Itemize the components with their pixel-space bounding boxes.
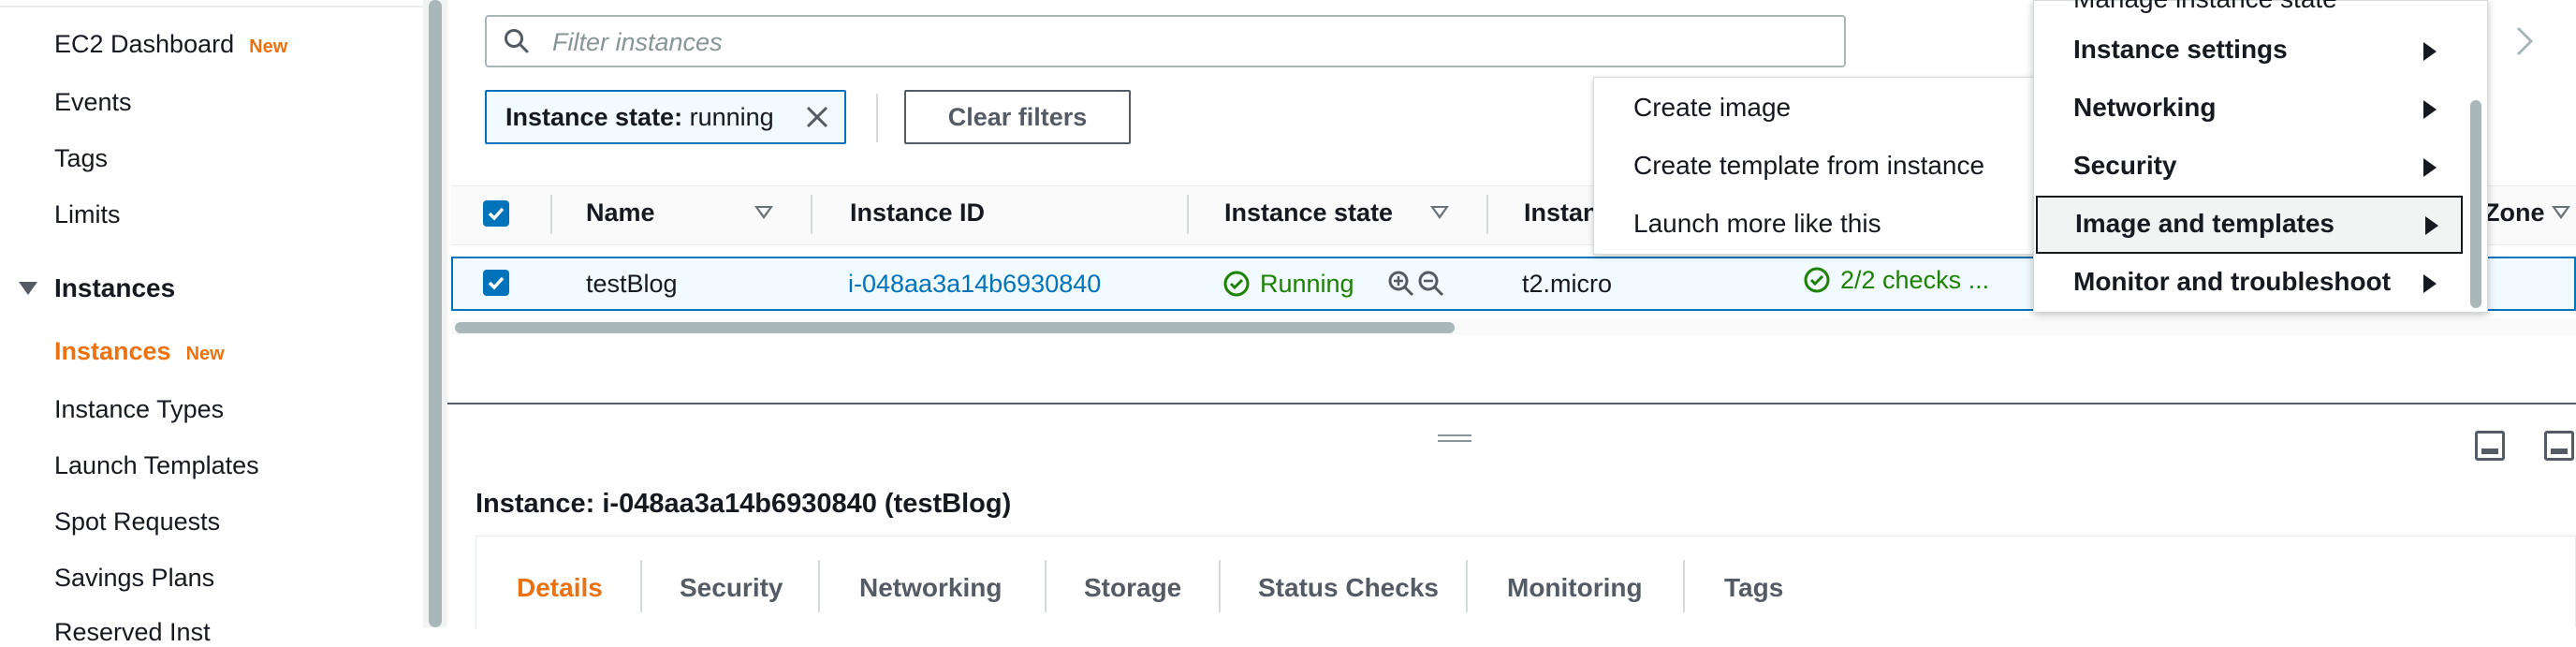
sidebar-item-tags[interactable]: Tags — [54, 144, 108, 173]
sort-caret-icon[interactable] — [754, 206, 773, 219]
tab-separator — [818, 560, 820, 612]
menu-item-networking[interactable]: Networking — [2034, 80, 2465, 138]
filter-chip-value: running — [689, 103, 774, 131]
tab-details[interactable]: Details — [517, 573, 603, 603]
caret-right-icon — [2423, 158, 2437, 177]
menu-item-manage-instance-state[interactable]: Manage instance state — [2073, 0, 2337, 14]
caret-right-icon — [2423, 100, 2437, 119]
column-header-name[interactable]: Name — [586, 199, 655, 228]
instance-detail-title: Instance: i-048aa3a14b6930840 (testBlog) — [476, 489, 1012, 519]
filter-instances-field[interactable] — [485, 15, 1846, 67]
menu-item-launch-more-like-this[interactable]: Launch more like this — [1633, 209, 1881, 239]
sidebar-item-savings-plans[interactable]: Savings Plans — [54, 564, 214, 593]
column-separator — [811, 195, 812, 234]
sort-caret-icon[interactable] — [1430, 206, 1449, 219]
search-icon — [505, 29, 529, 53]
filter-instances-input[interactable] — [550, 22, 1771, 62]
sidebar-scrollbar-thumb[interactable] — [429, 0, 442, 627]
sidebar-section-instances[interactable]: Instances — [19, 273, 175, 303]
check-circle-icon — [1223, 271, 1250, 297]
new-badge: New — [249, 37, 288, 57]
new-badge: New — [185, 344, 225, 364]
zoom-in-icon[interactable] — [1387, 270, 1415, 298]
column-separator — [1486, 195, 1488, 234]
tab-separator — [1466, 560, 1468, 612]
column-header-instance-state[interactable]: Instance state — [1224, 199, 1393, 228]
image-templates-submenu: Create image Create template from instan… — [1593, 77, 2035, 255]
menu-item-image-and-templates[interactable]: Image and templates — [2036, 196, 2463, 254]
zoom-out-icon[interactable] — [1417, 270, 1445, 298]
tab-separator — [1683, 560, 1685, 612]
table-horizontal-scrollbar-thumb[interactable] — [455, 322, 1455, 333]
menu-scrollbar[interactable] — [2466, 5, 2485, 308]
tab-security[interactable]: Security — [680, 573, 783, 603]
close-icon[interactable] — [801, 101, 833, 133]
check-circle-icon — [1804, 267, 1830, 293]
checkmark-icon — [488, 207, 505, 221]
menu-item-instance-settings[interactable]: Instance settings — [2034, 22, 2465, 80]
sidebar-item-instance-types[interactable]: Instance Types — [54, 395, 224, 424]
sidebar-scrollbar[interactable] — [423, 0, 447, 627]
sidebar-item-instances[interactable]: Instances New — [54, 337, 225, 366]
chevron-right-icon[interactable] — [2509, 22, 2540, 60]
checkmark-icon — [488, 276, 505, 290]
menu-item-create-image[interactable]: Create image — [1633, 93, 1791, 123]
sidebar-item-launch-templates[interactable]: Launch Templates — [54, 451, 259, 480]
row-checkbox[interactable] — [483, 270, 509, 296]
sidebar-top-divider — [0, 6, 423, 7]
menu-item-label: Monitor and troubleshoot — [2073, 267, 2392, 296]
filter-chip-instance-state: Instance state: running — [485, 90, 846, 144]
menu-scrollbar-thumb[interactable] — [2470, 100, 2481, 308]
cell-status-checks: 2/2 checks ... — [1840, 266, 1990, 294]
caret-down-icon — [19, 281, 37, 295]
filter-chip-text: Instance state: running — [505, 103, 774, 132]
filter-chip-key: Instance state: — [505, 103, 683, 131]
column-header-availability-zone[interactable]: Zone — [2484, 199, 2545, 228]
tab-monitoring[interactable]: Monitoring — [1507, 573, 1643, 603]
menu-item-label: Security — [2073, 151, 2177, 180]
column-header-instance-type[interactable]: Instan — [1524, 199, 1599, 228]
tab-storage[interactable]: Storage — [1084, 573, 1181, 603]
sidebar-item-reserved-instances[interactable]: Reserved Inst — [54, 618, 211, 647]
caret-right-icon — [2423, 274, 2437, 293]
clear-filters-button[interactable]: Clear filters — [904, 90, 1131, 144]
tab-status-checks[interactable]: Status Checks — [1258, 573, 1439, 603]
split-panel-divider — [447, 403, 2576, 404]
instance-id-link[interactable]: i-048aa3a14b6930840 — [848, 270, 1101, 299]
menu-item-monitor-and-troubleshoot[interactable]: Monitor and troubleshoot — [2034, 254, 2465, 312]
column-separator — [550, 195, 552, 234]
resize-handle-icon[interactable] — [1438, 434, 1471, 444]
navigation-sidebar: EC2 Dashboard New Events Tags Limits Inst… — [0, 0, 424, 646]
actions-dropdown-menu: Manage instance state Instance settings … — [2033, 0, 2488, 313]
tab-networking[interactable]: Networking — [859, 573, 1002, 603]
sidebar-item-spot-requests[interactable]: Spot Requests — [54, 507, 220, 537]
caret-right-icon — [2423, 42, 2437, 61]
tab-tags[interactable]: Tags — [1724, 573, 1783, 603]
column-header-instance-id[interactable]: Instance ID — [850, 199, 985, 228]
filter-divider — [876, 94, 878, 142]
tab-separator — [1045, 560, 1046, 612]
cell-name: testBlog — [586, 270, 678, 298]
column-separator — [1187, 195, 1189, 234]
tab-separator — [1219, 560, 1221, 612]
menu-item-security[interactable]: Security — [2034, 138, 2465, 196]
sidebar-section-label: Instances — [54, 273, 176, 302]
sidebar-item-ec2-dashboard[interactable]: EC2 Dashboard New — [54, 30, 287, 59]
cell-instance-type: t2.micro — [1522, 270, 1613, 298]
menu-item-create-template[interactable]: Create template from instance — [1633, 151, 1984, 181]
cell-instance-state: Running — [1260, 270, 1354, 298]
menu-item-label: Networking — [2073, 93, 2217, 122]
tab-separator — [640, 560, 642, 612]
menu-item-label: Instance settings — [2073, 35, 2288, 64]
sidebar-item-label: EC2 Dashboard — [54, 30, 235, 58]
split-bottom-icon[interactable] — [2475, 431, 2505, 461]
split-side-icon[interactable] — [2544, 431, 2574, 461]
menu-item-label: Image and templates — [2075, 209, 2334, 238]
sidebar-item-label: Instances — [54, 337, 171, 365]
caret-right-icon — [2425, 216, 2438, 235]
sidebar-item-limits[interactable]: Limits — [54, 200, 121, 229]
sidebar-item-events[interactable]: Events — [54, 88, 132, 117]
sort-caret-icon[interactable] — [2552, 206, 2570, 219]
select-all-checkbox[interactable] — [483, 200, 509, 227]
